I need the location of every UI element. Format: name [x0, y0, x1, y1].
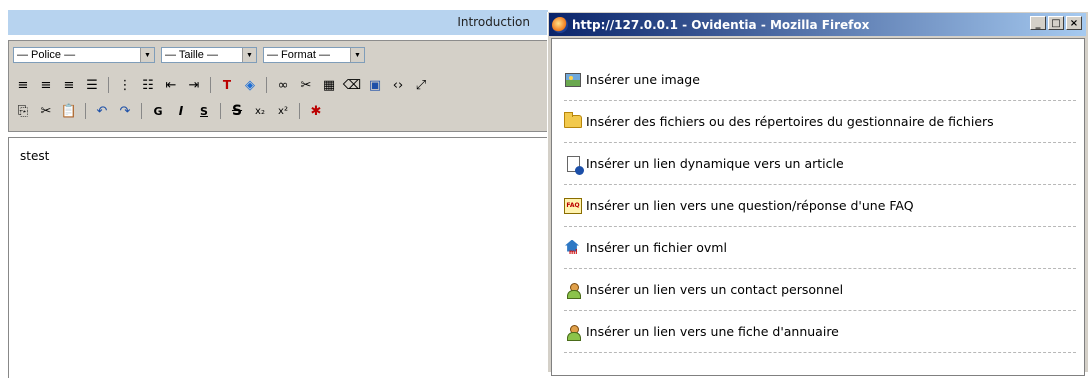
- window-titlebar[interactable]: http://127.0.0.1 - Ovidentia - Mozilla F…: [549, 13, 1086, 36]
- justify-icon[interactable]: ☰: [82, 75, 102, 95]
- indent-icon[interactable]: ⇥: [184, 75, 204, 95]
- ovml-icon: ml: [564, 239, 582, 257]
- folder-icon: [564, 112, 582, 131]
- editor-content-area[interactable]: stest: [8, 137, 549, 378]
- fullscreen-icon[interactable]: ⤢: [411, 75, 431, 95]
- align-center-icon[interactable]: ≡: [36, 75, 56, 95]
- ordered-list-icon[interactable]: ⋮: [115, 75, 135, 95]
- toolbar-separator: [141, 103, 142, 119]
- link-icon[interactable]: ∞: [273, 75, 293, 95]
- close-button[interactable]: ×: [1066, 16, 1082, 30]
- minimize-button[interactable]: _: [1030, 16, 1046, 30]
- background-color-icon[interactable]: ◈: [240, 75, 260, 95]
- unlink-icon[interactable]: ✂: [296, 75, 316, 95]
- menu-item-label: Insérer un lien dynamique vers un articl…: [586, 156, 844, 171]
- toolbar-separator: [220, 103, 221, 119]
- menu-item-insert-faq-link[interactable]: FAQ Insérer un lien vers une question/ré…: [564, 185, 1076, 227]
- cut-icon[interactable]: ✂: [36, 101, 56, 121]
- format-select-value: — Format —: [267, 49, 330, 61]
- paste-icon[interactable]: 📋: [59, 101, 79, 121]
- size-select[interactable]: — Taille — ▼: [161, 47, 257, 63]
- font-select-value: — Police —: [17, 49, 76, 61]
- toolbar-separator: [266, 77, 267, 93]
- undo-icon[interactable]: ↶: [92, 101, 112, 121]
- chevron-down-icon: ▼: [140, 48, 154, 62]
- font-select[interactable]: — Police — ▼: [13, 47, 155, 63]
- word-paste-icon[interactable]: ▣: [365, 75, 385, 95]
- menu-item-label: Insérer des fichiers ou des répertoires …: [586, 114, 994, 129]
- popup-body: Insérer une image Insérer des fichiers o…: [551, 38, 1085, 376]
- maximize-button[interactable]: □: [1048, 16, 1064, 30]
- editor-header: Introduction: [8, 10, 548, 35]
- italic-button[interactable]: I: [171, 101, 191, 121]
- image-icon: [564, 71, 582, 89]
- format-select[interactable]: — Format — ▼: [263, 47, 365, 63]
- menu-item-label: Insérer un lien vers une fiche d'annuair…: [586, 324, 839, 339]
- toolbar-separator: [299, 103, 300, 119]
- window-controls: _ □ ×: [1030, 16, 1082, 30]
- toolbar-selects: — Police — ▼ — Taille — ▼ — Format — ▼: [13, 47, 365, 63]
- chevron-down-icon: ▼: [242, 48, 256, 62]
- align-left-icon[interactable]: ≡: [13, 75, 33, 95]
- insert-menu-list: Insérer une image Insérer des fichiers o…: [564, 59, 1076, 353]
- menu-item-insert-contact-link[interactable]: Insérer un lien vers un contact personne…: [564, 269, 1076, 311]
- eraser-icon[interactable]: ⌫: [342, 75, 362, 95]
- editor-title: Introduction: [457, 15, 530, 29]
- menu-item-insert-files[interactable]: Insérer des fichiers ou des répertoires …: [564, 101, 1076, 143]
- text-color-icon[interactable]: T: [217, 75, 237, 95]
- editor-toolbar: — Police — ▼ — Taille — ▼ — Format — ▼ ≡…: [8, 40, 548, 132]
- menu-item-insert-article-link[interactable]: Insérer un lien dynamique vers un articl…: [564, 143, 1076, 185]
- menu-item-insert-image[interactable]: Insérer une image: [564, 59, 1076, 101]
- outdent-icon[interactable]: ⇤: [161, 75, 181, 95]
- unordered-list-icon[interactable]: ☷: [138, 75, 158, 95]
- size-select-value: — Taille —: [165, 49, 218, 61]
- menu-item-insert-directory-link[interactable]: Insérer un lien vers une fiche d'annuair…: [564, 311, 1076, 353]
- subscript-button[interactable]: x₂: [250, 101, 270, 121]
- strikethrough-button[interactable]: S: [227, 101, 247, 121]
- table-icon[interactable]: ▦: [319, 75, 339, 95]
- chevron-down-icon: ▼: [350, 48, 364, 62]
- bold-button[interactable]: G: [148, 101, 168, 121]
- toolbar-row-2: ⎘ ✂ 📋 ↶ ↷ G I S S x₂ x² ✱: [13, 101, 326, 121]
- redo-icon[interactable]: ↷: [115, 101, 135, 121]
- menu-item-label: Insérer un lien vers un contact personne…: [586, 282, 844, 297]
- superscript-button[interactable]: x²: [273, 101, 293, 121]
- toolbar-separator: [85, 103, 86, 119]
- toolbar-row-1: ≡ ≡ ≡ ☰ ⋮ ☷ ⇤ ⇥ T ◈ ∞ ✂ ▦ ⌫ ▣ ‹› ⤢: [13, 75, 431, 95]
- menu-item-label: Insérer un lien vers une question/répons…: [586, 198, 914, 213]
- source-code-icon[interactable]: ‹›: [388, 75, 408, 95]
- firefox-popup-window: http://127.0.0.1 - Ovidentia - Mozilla F…: [547, 12, 1088, 376]
- contact-icon: [564, 281, 582, 299]
- toolbar-separator: [108, 77, 109, 93]
- align-right-icon[interactable]: ≡: [59, 75, 79, 95]
- copy-icon[interactable]: ⎘: [13, 101, 33, 121]
- window-title: http://127.0.0.1 - Ovidentia - Mozilla F…: [572, 17, 870, 32]
- menu-item-label: Insérer une image: [586, 72, 700, 87]
- firefox-icon: [552, 16, 568, 33]
- faq-icon: FAQ: [564, 197, 582, 215]
- menu-item-insert-ovml[interactable]: ml Insérer un fichier ovml: [564, 227, 1076, 269]
- menu-item-label: Insérer un fichier ovml: [586, 240, 727, 255]
- toolbar-separator: [210, 77, 211, 93]
- ovidentia-plugin-icon[interactable]: ✱: [306, 101, 326, 121]
- underline-button[interactable]: S: [194, 101, 214, 121]
- editor-content-text: stest: [20, 149, 50, 163]
- directory-icon: [564, 323, 582, 341]
- article-link-icon: [564, 155, 584, 175]
